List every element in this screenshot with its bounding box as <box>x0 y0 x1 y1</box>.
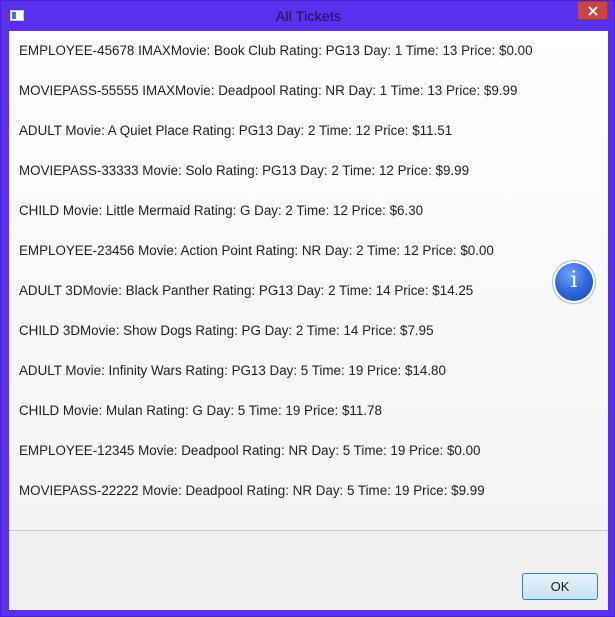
ticket-line: MOVIEPASS-33333 Movie: Solo Rating: PG13… <box>19 163 470 178</box>
button-bar: OK <box>9 531 608 610</box>
ticket-line: EMPLOYEE-45678 IMAXMovie: Book Club Rati… <box>19 43 533 58</box>
ticket-line: MOVIEPASS-55555 IMAXMovie: Deadpool Rati… <box>19 83 518 98</box>
ticket-line: EMPLOYEE-23456 Movie: Action Point Ratin… <box>19 243 494 258</box>
window-title: All Tickets <box>275 8 342 24</box>
ticket-line: CHILD Movie: Mulan Rating: G Day: 5 Time… <box>19 403 382 418</box>
ticket-list: EMPLOYEE-45678 IMAXMovie: Book Club Rati… <box>19 43 533 523</box>
close-x-icon <box>588 6 598 16</box>
ticket-line: EMPLOYEE-12345 Movie: Deadpool Rating: N… <box>19 443 481 458</box>
info-icon: i <box>555 263 593 301</box>
ok-button[interactable]: OK <box>522 573 598 600</box>
ticket-content-area: EMPLOYEE-45678 IMAXMovie: Book Club Rati… <box>9 31 608 531</box>
info-glyph: i <box>570 268 578 293</box>
ticket-line: ADULT 3DMovie: Black Panther Rating: PG1… <box>19 283 474 298</box>
title-bar[interactable]: All Tickets <box>1 1 614 31</box>
ticket-line: MOVIEPASS-22222 Movie: Deadpool Rating: … <box>19 483 485 498</box>
ticket-line: ADULT Movie: A Quiet Place Rating: PG13 … <box>19 123 453 138</box>
dialog-body: EMPLOYEE-45678 IMAXMovie: Book Club Rati… <box>9 31 608 610</box>
close-button[interactable] <box>577 1 608 20</box>
ticket-line: CHILD 3DMovie: Show Dogs Rating: PG Day:… <box>19 323 434 338</box>
dialog-window: All Tickets EMPLOYEE-45678 IMAXMovie: Bo… <box>0 0 615 617</box>
ticket-line: ADULT Movie: Infinity Wars Rating: PG13 … <box>19 363 446 378</box>
ticket-line: CHILD Movie: Little Mermaid Rating: G Da… <box>19 203 424 218</box>
